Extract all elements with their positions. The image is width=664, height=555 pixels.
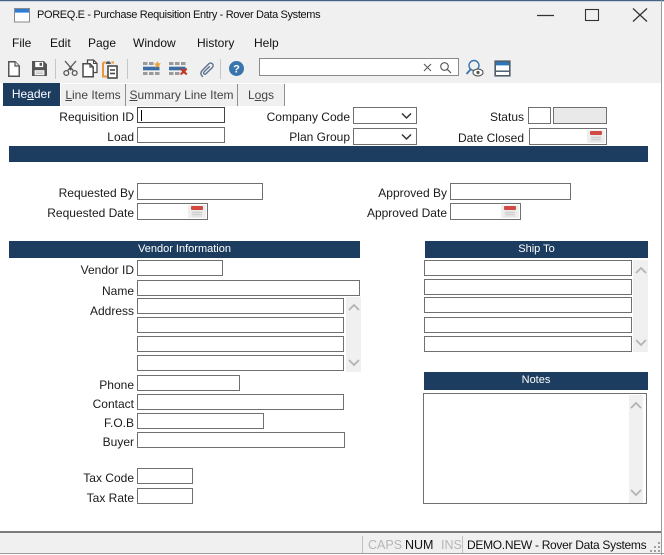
svg-text:?: ? bbox=[233, 64, 240, 76]
